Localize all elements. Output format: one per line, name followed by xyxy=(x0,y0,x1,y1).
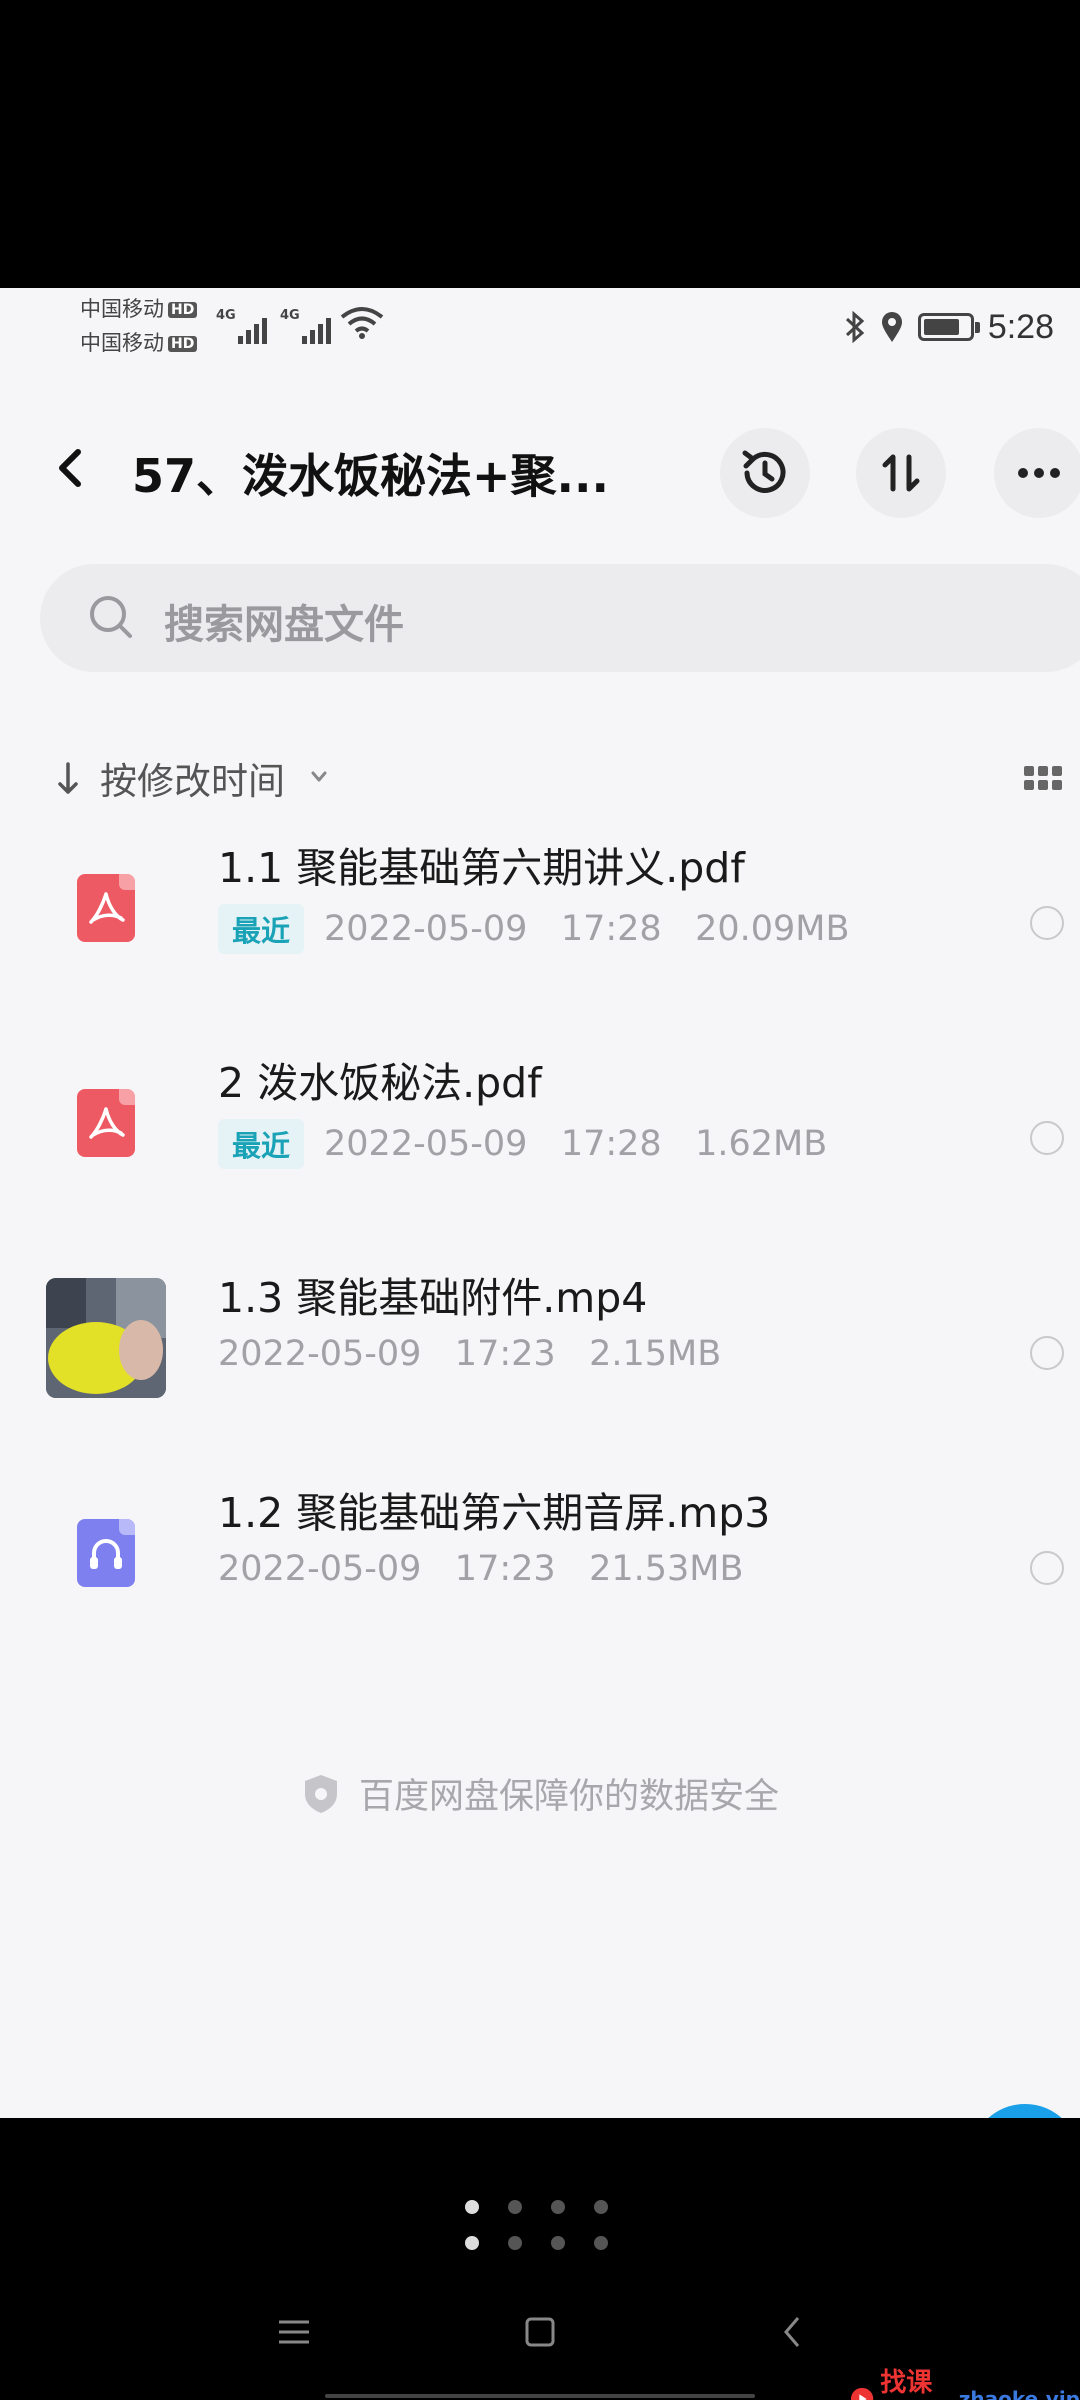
search-placeholder: 搜索网盘文件 xyxy=(164,602,404,648)
file-time: 17:23 xyxy=(454,1549,556,1589)
signal-bars-icon xyxy=(302,314,338,344)
watermark-logo-icon xyxy=(850,2387,874,2400)
upload-fab[interactable] xyxy=(970,2104,1080,2118)
file-name: 1.3 聚能基础附件.mp4 xyxy=(218,1274,648,1322)
file-time: 17:28 xyxy=(560,1124,662,1164)
file-size: 20.09MB xyxy=(695,909,850,949)
watermark-text: 找课网 xyxy=(880,2368,933,2398)
grid-view-button[interactable] xyxy=(1024,764,1064,794)
sort-selector[interactable]: 按修改时间 xyxy=(56,748,339,808)
home-icon[interactable] xyxy=(522,2314,558,2350)
file-time: 17:28 xyxy=(560,909,662,949)
select-radio[interactable] xyxy=(1030,1336,1064,1370)
swap-vertical-icon xyxy=(882,454,920,492)
file-meta: 2022-05-09 17:23 2.15MB xyxy=(218,1334,721,1374)
watermark-site: zhaoke.vip xyxy=(958,2387,1080,2400)
shield-icon xyxy=(304,1774,337,1813)
security-note: 百度网盘保障你的数据安全 xyxy=(0,1768,1080,1819)
signal-2-label: 4G xyxy=(280,308,300,323)
more-horizontal-icon xyxy=(1018,468,1060,478)
signal-bars-icon xyxy=(238,314,274,344)
search-icon xyxy=(90,596,132,638)
file-time: 17:23 xyxy=(454,1334,556,1374)
app-screen: 中国移动 HD 中国移动 HD 4G 4G 5:28 57、泼水饭秘法+聚...… xyxy=(0,288,1080,2118)
file-row[interactable]: 2 泼水饭秘法.pdf 最近 2022-05-09 17:28 1.62MB xyxy=(0,1033,1080,1233)
location-icon xyxy=(881,312,902,342)
search-input[interactable]: 搜索网盘文件 xyxy=(40,564,1080,672)
wifi-icon xyxy=(340,307,384,339)
audio-icon xyxy=(46,1493,166,1613)
history-icon xyxy=(742,450,786,493)
pdf-icon xyxy=(46,848,166,968)
top-letterbox xyxy=(0,0,1080,288)
select-radio[interactable] xyxy=(1030,1121,1064,1155)
hd-badge: HD xyxy=(168,336,198,352)
gesture-bar xyxy=(325,2394,755,2398)
sort-label: 按修改时间 xyxy=(100,760,285,803)
bluetooth-icon xyxy=(845,310,865,344)
battery-icon xyxy=(917,313,980,341)
file-row[interactable]: 1.2 聚能基础第六期音屏.mp3 2022-05-09 17:23 21.53… xyxy=(0,1463,1080,1663)
signal-1-label: 4G xyxy=(216,308,236,323)
file-name: 2 泼水饭秘法.pdf xyxy=(218,1059,542,1107)
video-thumbnail xyxy=(46,1278,166,1398)
hd-badge: HD xyxy=(168,302,198,318)
file-size: 21.53MB xyxy=(589,1549,744,1589)
file-date: 2022-05-09 xyxy=(324,909,528,949)
select-radio[interactable] xyxy=(1030,1551,1064,1585)
status-right: 5:28 xyxy=(844,302,1054,352)
carrier-2: 中国移动 HD xyxy=(80,330,198,356)
file-date: 2022-05-09 xyxy=(218,1549,422,1589)
clock: 5:28 xyxy=(987,307,1054,346)
file-name: 1.2 聚能基础第六期音屏.mp3 xyxy=(218,1489,771,1537)
file-name: 1.1 聚能基础第六期讲义.pdf xyxy=(218,844,745,892)
back-button[interactable] xyxy=(44,438,96,498)
arrow-down-icon xyxy=(58,762,78,794)
watermark: 找课网 zhaoke.vip xyxy=(850,2362,1080,2400)
carrier-1: 中国移动 HD xyxy=(80,296,198,322)
back-nav-icon[interactable] xyxy=(774,2314,810,2350)
select-radio[interactable] xyxy=(1030,906,1064,940)
recent-badge: 最近 xyxy=(218,1119,305,1169)
file-row[interactable]: 1.3 聚能基础附件.mp4 2022-05-09 17:23 2.15MB xyxy=(0,1248,1080,1448)
file-row[interactable]: 1.1 聚能基础第六期讲义.pdf 最近 2022-05-09 17:28 20… xyxy=(0,818,1080,1018)
chevron-down-icon xyxy=(311,771,327,782)
carrier-1-label: 中国移动 xyxy=(80,297,164,321)
file-size: 1.62MB xyxy=(695,1124,828,1164)
file-size: 2.15MB xyxy=(589,1334,722,1374)
status-bar: 中国移动 HD 中国移动 HD 4G 4G 5:28 xyxy=(0,288,1080,368)
security-note-text: 百度网盘保障你的数据安全 xyxy=(358,1777,779,1817)
recent-badge: 最近 xyxy=(218,904,305,954)
file-date: 2022-05-09 xyxy=(324,1124,528,1164)
header: 57、泼水饭秘法+聚... xyxy=(0,408,1080,528)
file-date: 2022-05-09 xyxy=(218,1334,422,1374)
history-button[interactable] xyxy=(720,428,810,518)
page-dots xyxy=(465,2236,615,2252)
page-dots xyxy=(465,2200,615,2216)
file-meta: 最近 2022-05-09 17:28 20.09MB xyxy=(218,904,850,954)
carrier-2-label: 中国移动 xyxy=(80,331,164,355)
more-button[interactable] xyxy=(994,428,1080,518)
menu-icon[interactable] xyxy=(276,2314,312,2350)
page-title: 57、泼水饭秘法+聚... xyxy=(132,449,609,503)
transfer-button[interactable] xyxy=(856,428,946,518)
file-meta: 2022-05-09 17:23 21.53MB xyxy=(218,1549,743,1589)
pdf-icon xyxy=(46,1063,166,1183)
file-meta: 最近 2022-05-09 17:28 1.62MB xyxy=(218,1119,827,1169)
